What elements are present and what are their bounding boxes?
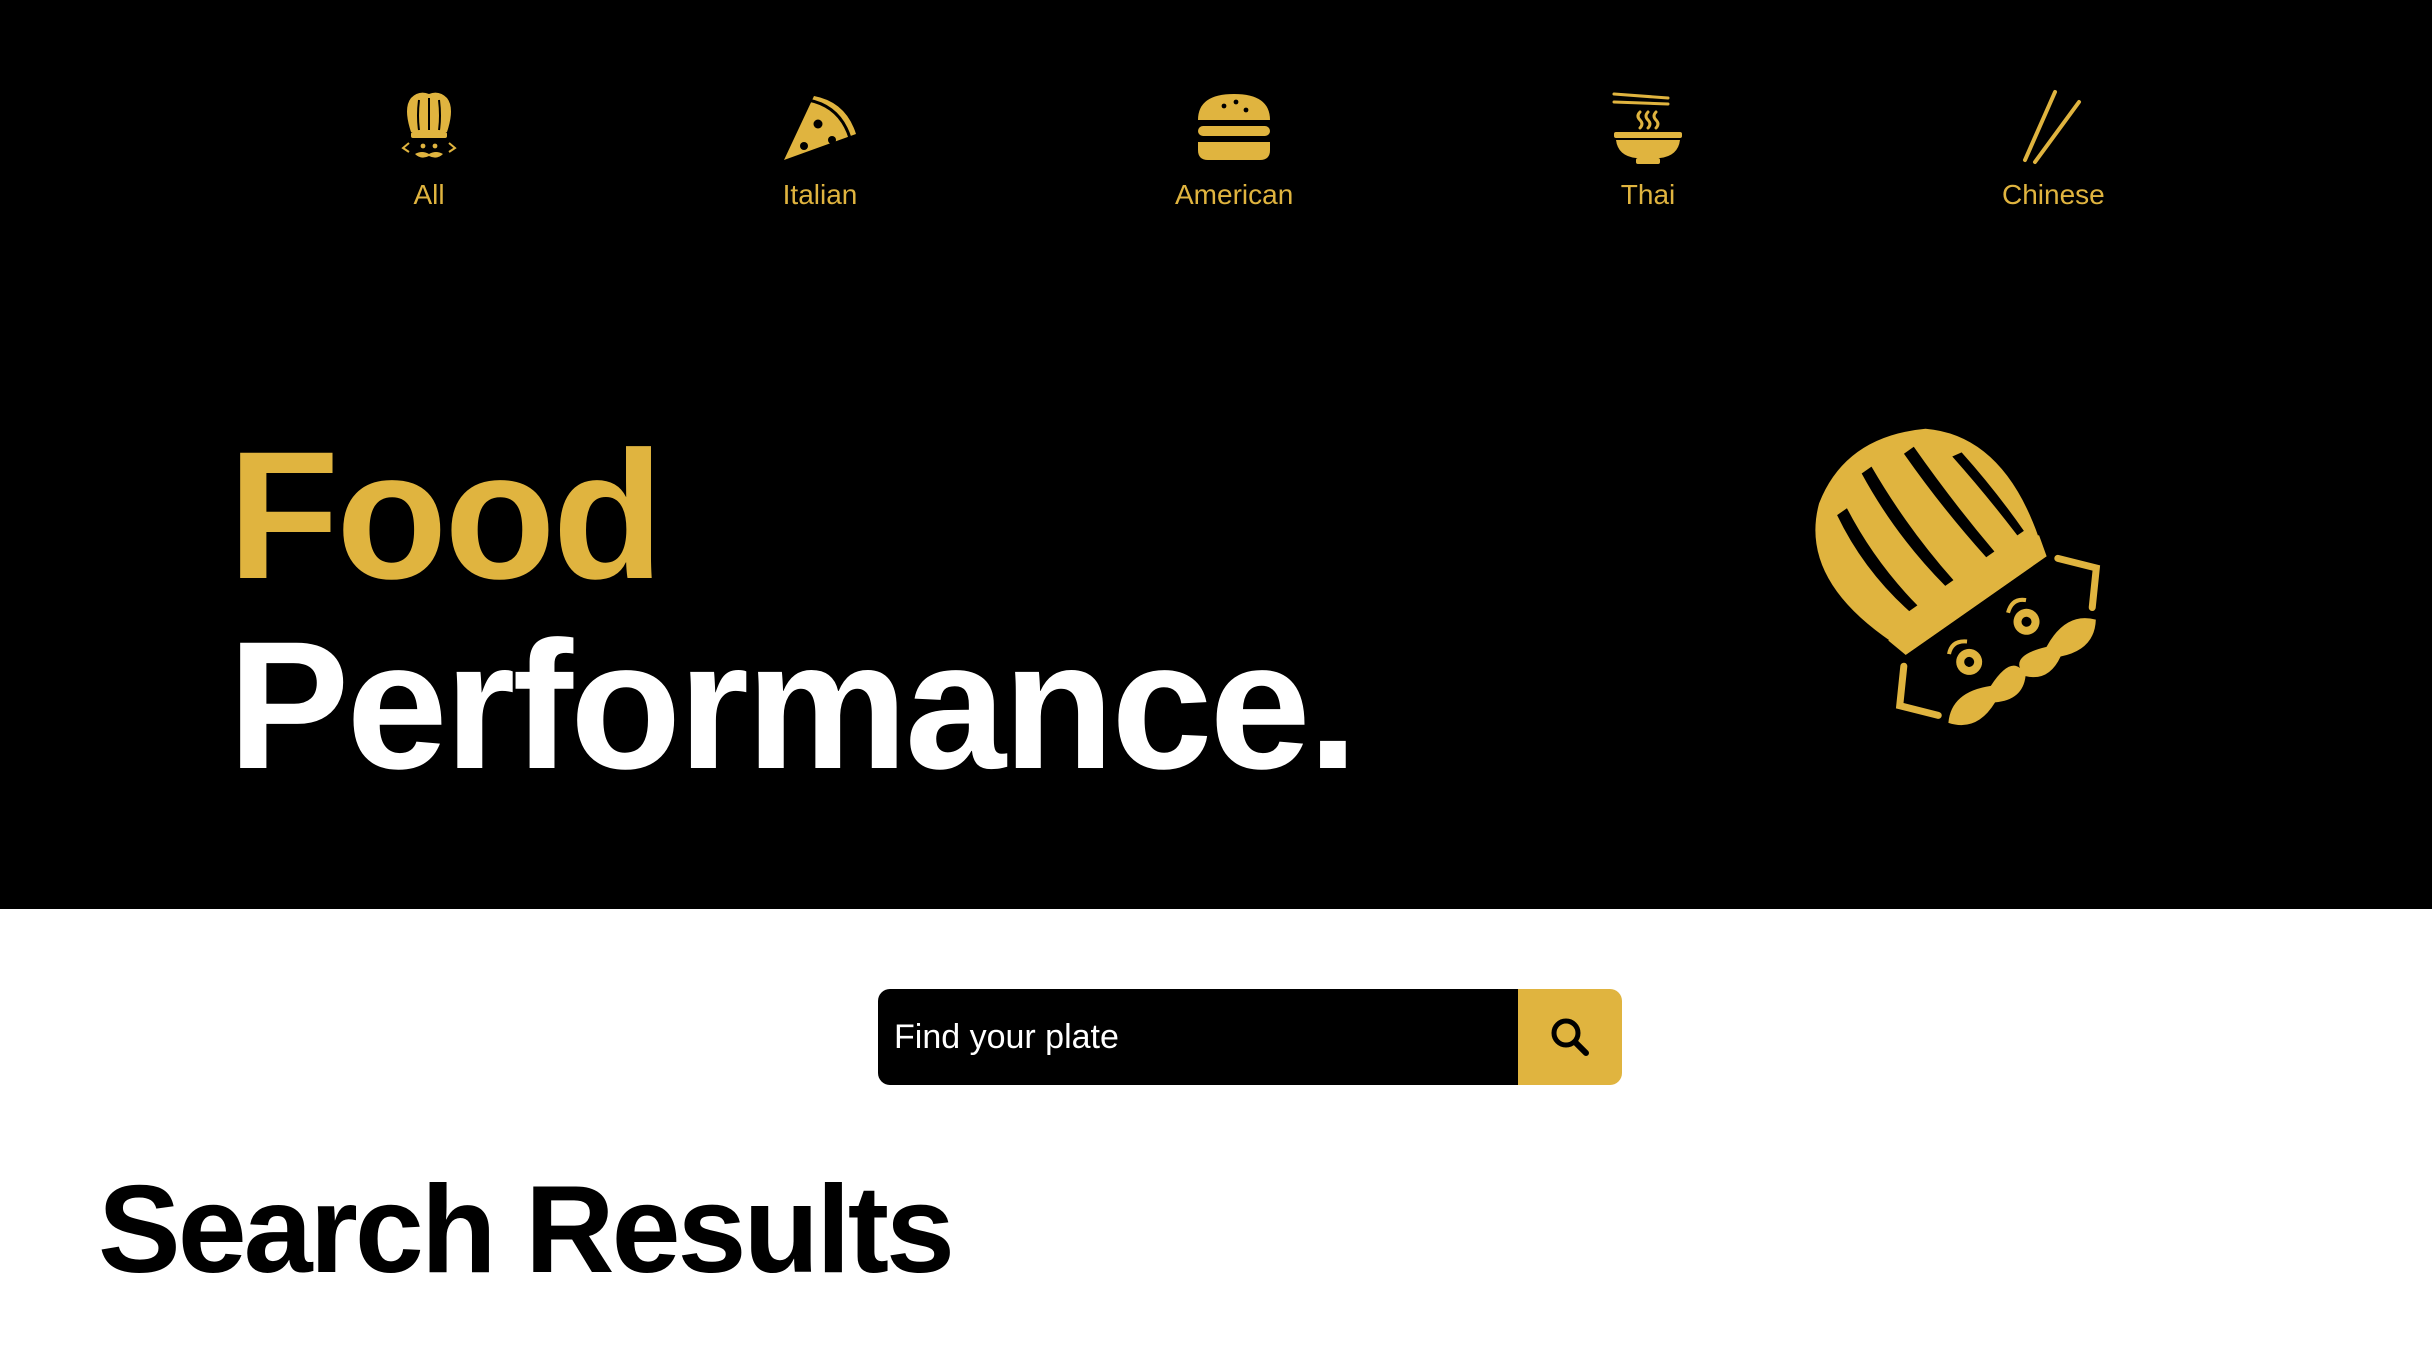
- nav-item-thai[interactable]: Thai: [1608, 88, 1688, 212]
- nav-item-label: American: [1175, 179, 1294, 210]
- headline-food: Food: [228, 413, 664, 617]
- hero-headline: Food Performance.: [228, 413, 1358, 807]
- nav-item-label: Chinese: [2002, 179, 2105, 210]
- noodle-bowl-icon: [1612, 92, 1682, 164]
- nav-item-label: All: [413, 179, 445, 210]
- headline-performance: Performance.: [228, 603, 1358, 807]
- nav-item-label: Thai: [1620, 179, 1676, 210]
- search-button[interactable]: [1518, 989, 1622, 1085]
- search-bar: [878, 989, 1622, 1085]
- category-nav: All Italian American Thai Chinese: [0, 0, 2432, 230]
- burger-icon: [1198, 94, 1271, 160]
- chef-hat-icon: [401, 92, 457, 158]
- hero-section: All Italian American Thai Chinese Food P…: [0, 0, 2432, 909]
- search-input[interactable]: [878, 989, 1518, 1085]
- nav-item-all[interactable]: All: [389, 88, 469, 212]
- chopsticks-icon: [2023, 90, 2082, 164]
- nav-item-chinese[interactable]: Chinese: [2002, 88, 2105, 212]
- nav-item-italian[interactable]: Italian: [780, 88, 860, 212]
- chef-mascot-icon: [1815, 428, 2101, 726]
- search-results-title: Search Results: [98, 1161, 955, 1299]
- nav-item-label: Italian: [782, 179, 858, 210]
- pizza-slice-icon: [784, 96, 856, 160]
- nav-item-american[interactable]: American: [1175, 88, 1293, 212]
- search-icon: [1551, 1018, 1589, 1056]
